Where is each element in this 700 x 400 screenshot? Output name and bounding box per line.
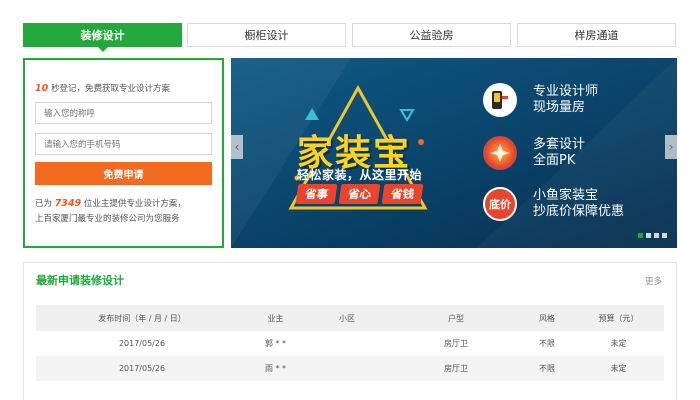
table-cell: 未定	[610, 364, 627, 373]
banner-pagination	[635, 233, 667, 238]
note-prefix: 已为	[35, 199, 53, 209]
column-header: 户型	[448, 313, 464, 323]
tab-label: 样房通道	[574, 29, 619, 42]
column-header: 预算（元）	[598, 313, 639, 323]
table-cell: 雨 * *	[264, 364, 287, 373]
slide-dot[interactable]	[638, 233, 643, 238]
feature-line2: 全面PK	[533, 153, 576, 168]
pill-save-money: 省钱	[381, 184, 424, 204]
bottom-price-icon-text: 底价	[489, 198, 511, 211]
tab-cabinet-design[interactable]: 橱柜设计	[187, 23, 346, 47]
note-suffix: 位业主提供专业设计方案，	[83, 199, 186, 209]
form-note: 已为 7349 位业主提供专业设计方案， 上百家厦门最专业的装修公司为您服务	[35, 196, 212, 227]
slide-dot[interactable]	[654, 233, 659, 238]
applications-table: 发布时间（年 / 月 / 日） 业主 小区 户型 风格 预算（元） 2017/0…	[36, 305, 664, 381]
feature-text: 小鱼家装宝 抄底价保障优惠	[533, 188, 624, 220]
feature-multiple-designs: 多套设计 全面PK	[483, 136, 585, 170]
intro-number: 10	[35, 83, 49, 94]
banner-next-arrow[interactable]: ›	[665, 135, 677, 159]
tab-label: 装修设计	[80, 29, 125, 42]
tab-label: 公益验房	[409, 29, 454, 42]
name-input[interactable]	[35, 102, 212, 124]
feature-line1: 多套设计	[533, 137, 586, 152]
tab-label: 橱柜设计	[244, 29, 289, 42]
note-number: 7349	[54, 198, 82, 209]
column-header: 发布时间（年 / 月 / 日）	[98, 313, 186, 323]
banner-tagline: 轻松家装，从这里开始	[297, 168, 423, 182]
slide-dot[interactable]	[646, 233, 651, 238]
more-link[interactable]: 更多	[645, 275, 662, 287]
table-row: 2017/05/26 雨 * * 房厅卫 不限 未定	[36, 356, 664, 381]
table-cell: 房厅卫	[444, 339, 468, 348]
table-cell: 不限	[539, 339, 555, 348]
design-request-form: 10 秒登记，免费获取专业设计方案 免费申请 已为 7349 位业主提供专业设计…	[23, 58, 224, 248]
column-header: 风格	[539, 313, 555, 323]
feature-text: 专业设计师 现场量房	[533, 84, 598, 116]
tab-bar: 装修设计 橱柜设计 公益验房 样房通道	[23, 23, 677, 52]
tab-house-inspection[interactable]: 公益验房	[352, 23, 511, 47]
pill-save-worry: 省心	[338, 184, 381, 204]
vs-icon	[483, 136, 517, 170]
phone-input[interactable]	[35, 133, 212, 155]
feature-designer: 专业设计师 现场量房	[483, 83, 598, 117]
column-header: 小区	[339, 313, 355, 323]
slide-dot[interactable]	[662, 233, 667, 238]
tab-decoration-design[interactable]: 装修设计	[23, 23, 182, 52]
form-intro: 10 秒登记，免费获取专业设计方案	[35, 82, 212, 94]
feature-text: 多套设计 全面PK	[533, 137, 585, 169]
tab-sample-house[interactable]: 样房通道	[517, 23, 676, 47]
section-title: 最新申请装修设计	[36, 274, 124, 287]
feature-line2: 抄底价保障优惠	[533, 204, 625, 219]
table-row: 2017/05/26 郭 * * 房厅卫 不限 未定	[36, 331, 664, 356]
free-apply-button[interactable]: 免费申请	[35, 162, 212, 185]
table-cell: 未定	[610, 339, 627, 348]
latest-applications-section: 最新申请装修设计 更多 发布时间（年 / 月 / 日） 业主 小区 户型 风格 …	[23, 262, 677, 400]
active-tab-pointer-icon	[96, 46, 109, 52]
ruler-icon	[483, 83, 517, 117]
feature-line2: 现场量房	[533, 100, 586, 115]
table-cell: 房厅卫	[444, 364, 468, 373]
banner-prev-arrow[interactable]: ‹	[231, 135, 243, 159]
promo-banner[interactable]: 家装宝 轻松家装，从这里开始 省事 省心 省钱 专业设计师 现场量房 多套设计 …	[231, 58, 677, 248]
banner-pills: 省事 省心 省钱	[295, 184, 426, 204]
table-cell: 郭 * *	[264, 339, 287, 348]
feature-line1: 专业设计师	[533, 84, 599, 99]
table-cell: 2017/05/26	[118, 364, 166, 373]
intro-text: 秒登记，免费获取专业设计方案	[50, 84, 170, 94]
pill-save-effort: 省事	[295, 184, 338, 204]
table-cell: 2017/05/26	[118, 339, 166, 348]
feature-bottom-price: 底价 小鱼家装宝 抄底价保障优惠	[483, 187, 624, 221]
table-header: 发布时间（年 / 月 / 日） 业主 小区 户型 风格 预算（元）	[36, 305, 664, 331]
table-cell: 不限	[539, 364, 555, 373]
feature-line1: 小鱼家装宝	[533, 188, 599, 203]
bottom-price-icon: 底价	[483, 187, 517, 221]
note-line2: 上百家厦门最专业的装修公司为您服务	[35, 214, 180, 224]
column-header: 业主	[267, 313, 284, 323]
